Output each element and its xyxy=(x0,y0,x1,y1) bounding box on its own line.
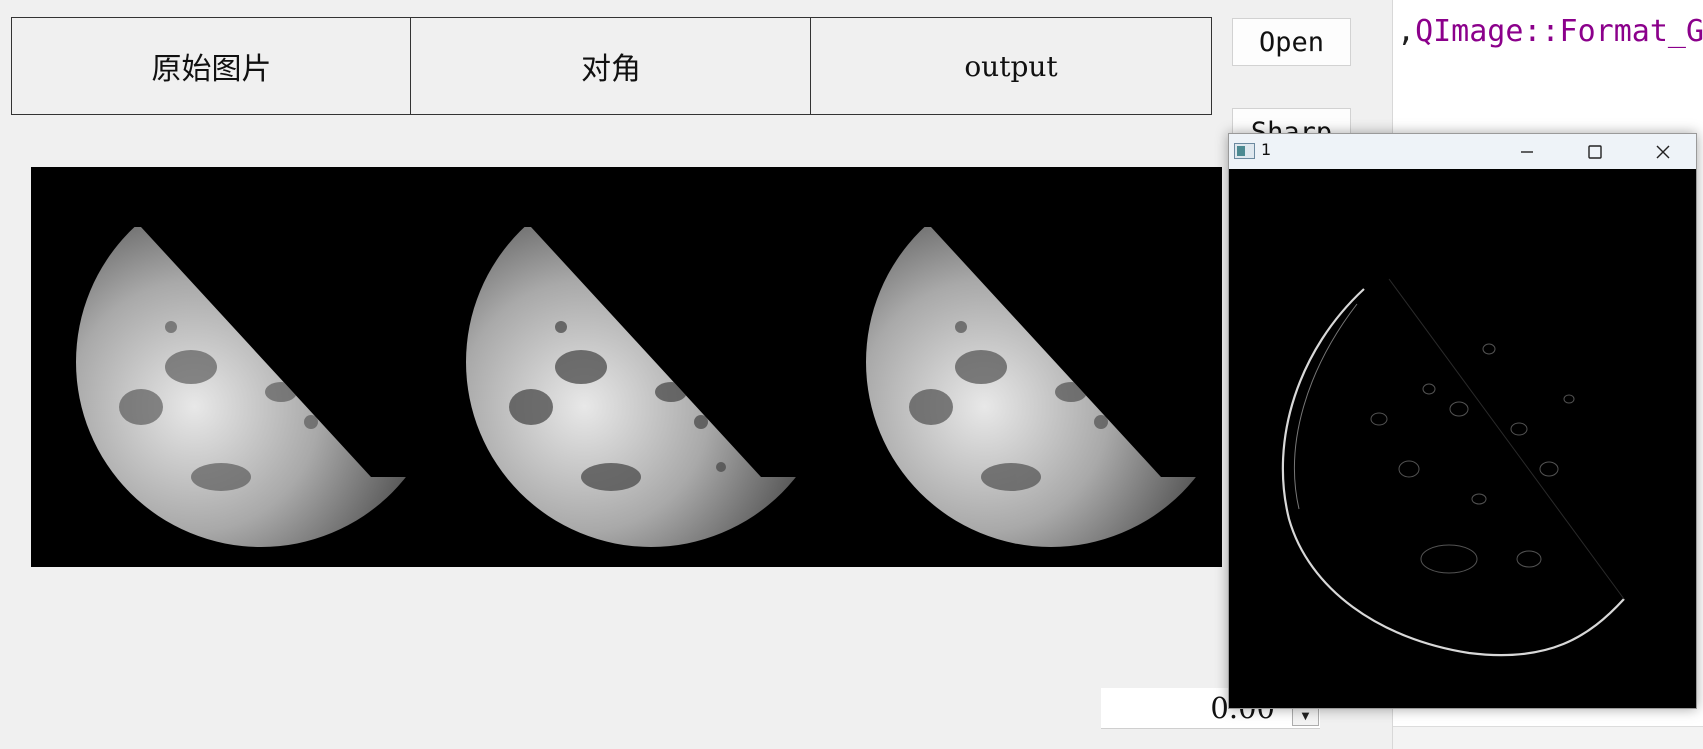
minimize-button[interactable] xyxy=(1493,134,1561,169)
close-button[interactable] xyxy=(1629,134,1697,169)
code-line: ,QImage::Format_G xyxy=(1397,14,1703,49)
moon-image-strip xyxy=(76,177,1221,547)
label-diagonal: 对角 xyxy=(410,17,812,115)
moon-diagonal xyxy=(466,177,821,547)
minimize-icon xyxy=(1521,150,1533,153)
code-text: QImage::Format_G xyxy=(1415,14,1703,49)
code-punct: , xyxy=(1397,14,1416,49)
maximize-icon xyxy=(1588,144,1602,159)
open-button[interactable]: Open xyxy=(1232,18,1351,66)
code-pane-scrollbar[interactable] xyxy=(1393,726,1703,749)
spinbox-down-arrow-icon[interactable]: ▼ xyxy=(1292,707,1319,726)
image-strip xyxy=(31,167,1222,567)
maximize-button[interactable] xyxy=(1561,134,1629,169)
sharpened-edge-image xyxy=(1281,278,1625,657)
close-icon xyxy=(1656,145,1670,158)
label-output: output xyxy=(810,17,1212,115)
result-window: 1 xyxy=(1228,133,1697,709)
window-titlebar[interactable]: 1 xyxy=(1229,134,1696,169)
moon-original xyxy=(76,177,431,547)
window-title: 1 xyxy=(1261,140,1272,159)
window-app-icon xyxy=(1234,143,1255,159)
label-original-image: 原始图片 xyxy=(11,17,412,115)
moon-output xyxy=(866,177,1221,547)
